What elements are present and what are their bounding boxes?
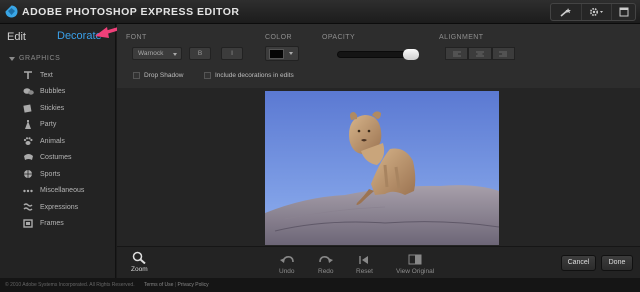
- alignment-label: ALIGNMENT: [439, 34, 484, 41]
- sidebar-item-frames[interactable]: Frames: [22, 216, 84, 233]
- sidebar-item-stickies[interactable]: Stickies: [22, 100, 84, 117]
- chevron-down-icon: [289, 52, 293, 55]
- gear-icon[interactable]: [581, 4, 611, 20]
- italic-button[interactable]: I: [221, 47, 243, 60]
- magnifier-icon: [132, 251, 146, 264]
- align-right-icon: [499, 51, 508, 56]
- title-bar-icons: [550, 3, 636, 21]
- editor-content: FONT Warnock B I COLOR OPACITY ALIGNMENT: [117, 24, 640, 278]
- reset-button[interactable]: Reset: [356, 253, 373, 275]
- app-window: ADOBE PHOTOSHOP EXPRESS EDITOR Edit Deco…: [0, 0, 640, 292]
- sidebar-item-costumes[interactable]: Costumes: [22, 150, 84, 167]
- view-original-button[interactable]: View Original: [396, 253, 434, 275]
- align-center-button[interactable]: [468, 47, 492, 60]
- lion-cub-photo[interactable]: [265, 91, 499, 245]
- sidebar: Edit Decorate GRAPHICS Text Bubbles Stic…: [0, 24, 126, 278]
- tab-edit[interactable]: Edit: [7, 31, 26, 43]
- magic-wand-icon[interactable]: [551, 4, 581, 20]
- undo-label: Undo: [279, 268, 295, 275]
- sidebar-item-miscellaneous[interactable]: Miscellaneous: [22, 183, 84, 200]
- text-toolbar: FONT Warnock B I COLOR OPACITY ALIGNMENT: [117, 24, 640, 88]
- frames-icon: [22, 219, 34, 229]
- drop-shadow-checkbox[interactable]: [133, 72, 140, 79]
- sidebar-item-sports[interactable]: Sports: [22, 166, 84, 183]
- align-center-icon: [475, 51, 484, 56]
- section-graphics[interactable]: GRAPHICS: [9, 55, 60, 62]
- expressions-icon: [22, 202, 34, 212]
- sidebar-item-label: Expressions: [40, 203, 79, 211]
- copyright-text: © 2010 Adobe Systems Incorporated. All R…: [5, 282, 135, 288]
- color-picker[interactable]: [265, 46, 299, 61]
- font-select[interactable]: Warnock: [132, 47, 182, 60]
- color-swatch: [269, 49, 284, 59]
- opacity-slider[interactable]: [337, 49, 419, 60]
- drop-shadow-label: Drop Shadow: [144, 72, 184, 79]
- done-button[interactable]: Done: [601, 255, 633, 271]
- sidebar-item-bubbles[interactable]: Bubbles: [22, 84, 84, 101]
- sidebar-item-text[interactable]: Text: [22, 67, 84, 84]
- sidebar-item-label: Miscellaneous: [40, 187, 85, 195]
- sidebar-item-label: Frames: [40, 220, 64, 228]
- terms-of-use-link[interactable]: Terms of Use: [144, 282, 173, 288]
- redo-icon: [318, 253, 333, 266]
- chevron-down-icon: [173, 53, 177, 56]
- zoom-button[interactable]: Zoom: [131, 251, 148, 273]
- miscellaneous-icon: [22, 186, 34, 196]
- costumes-icon: [22, 153, 34, 163]
- graphics-list: Text Bubbles Stickies Party Animals Cost…: [22, 67, 84, 232]
- privacy-policy-link[interactable]: Privacy Policy: [178, 282, 209, 288]
- include-decorations-checkbox[interactable]: [204, 72, 211, 79]
- expand-triangle-icon: [9, 56, 15, 61]
- bottom-toolbar: Zoom Undo Redo Reset View Original Cance…: [117, 246, 640, 278]
- include-decorations-label: Include decorations in edits: [215, 72, 294, 79]
- align-right-button[interactable]: [491, 47, 515, 60]
- font-select-value: Warnock: [138, 50, 164, 57]
- undo-button[interactable]: Undo: [279, 253, 295, 275]
- bubbles-icon: [22, 87, 34, 97]
- opacity-label: OPACITY: [322, 34, 356, 41]
- redo-button[interactable]: Redo: [318, 253, 334, 275]
- alignment-group: [445, 47, 515, 60]
- zoom-label: Zoom: [131, 266, 148, 273]
- redo-label: Redo: [318, 268, 334, 275]
- align-left-button[interactable]: [445, 47, 469, 60]
- app-title: ADOBE PHOTOSHOP EXPRESS EDITOR: [22, 6, 240, 18]
- sidebar-item-label: Party: [40, 121, 57, 129]
- party-icon: [22, 119, 34, 130]
- align-left-icon: [452, 51, 461, 56]
- cancel-button[interactable]: Cancel: [561, 255, 596, 271]
- reset-label: Reset: [356, 268, 373, 275]
- view-original-icon: [408, 253, 422, 266]
- stickies-icon: [22, 103, 34, 113]
- font-label: FONT: [126, 34, 147, 41]
- color-label: COLOR: [265, 34, 292, 41]
- bold-button[interactable]: B: [189, 47, 211, 60]
- sidebar-item-label: Animals: [40, 137, 65, 145]
- sidebar-item-label: Costumes: [40, 154, 72, 162]
- window-icon[interactable]: [611, 4, 635, 20]
- sidebar-item-animals[interactable]: Animals: [22, 133, 84, 150]
- title-bar: ADOBE PHOTOSHOP EXPRESS EDITOR: [0, 0, 640, 24]
- reset-icon: [359, 253, 369, 266]
- image-canvas: [117, 88, 640, 246]
- undo-icon: [279, 253, 294, 266]
- sidebar-item-label: Bubbles: [40, 88, 66, 96]
- sidebar-item-label: Text: [40, 71, 53, 79]
- text-icon: [22, 70, 34, 80]
- sports-icon: [22, 169, 34, 179]
- sidebar-item-label: Sports: [40, 170, 61, 178]
- sidebar-item-expressions[interactable]: Expressions: [22, 199, 84, 216]
- view-original-label: View Original: [396, 268, 435, 275]
- opacity-slider-knob[interactable]: [403, 49, 419, 60]
- footer: © 2010 Adobe Systems Incorporated. All R…: [0, 278, 640, 292]
- section-graphics-label: GRAPHICS: [19, 55, 61, 62]
- photoshop-express-logo-icon: [5, 5, 18, 18]
- sidebar-item-party[interactable]: Party: [22, 117, 84, 134]
- sidebar-item-label: Stickies: [40, 104, 65, 112]
- paw-icon: [22, 136, 34, 146]
